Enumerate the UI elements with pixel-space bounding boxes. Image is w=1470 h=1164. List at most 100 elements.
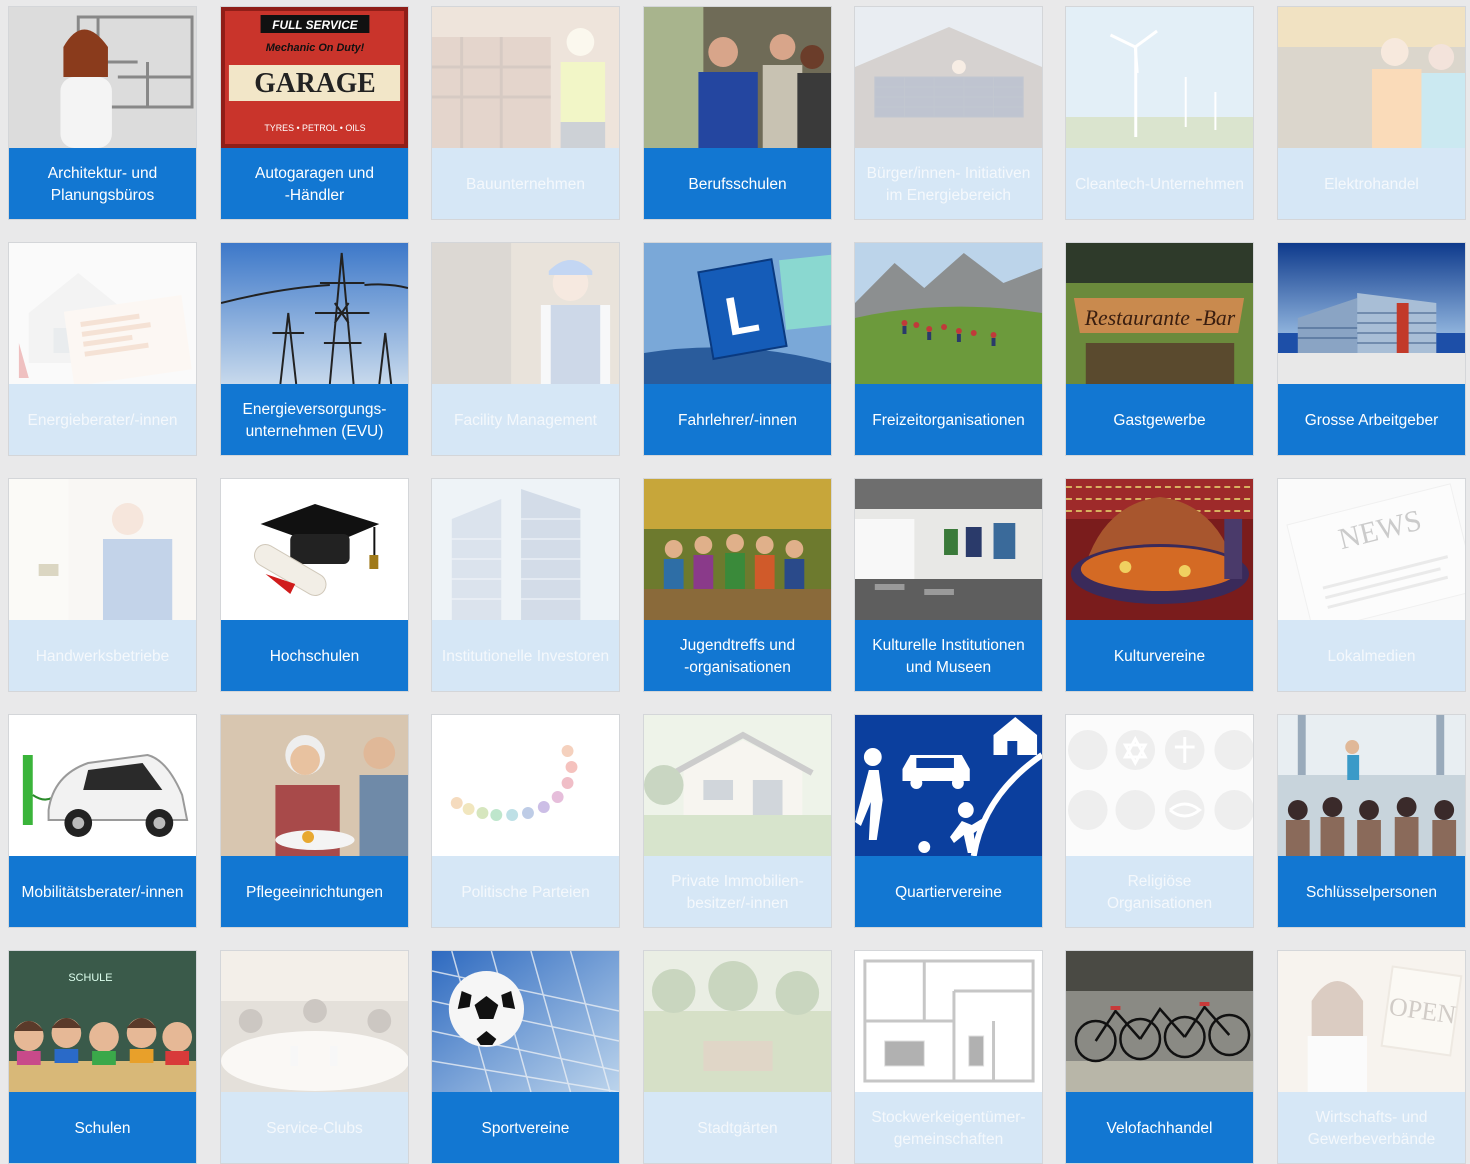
category-tile[interactable]: Freizeitorganisationen [854,242,1043,456]
bicycles-icon [1066,951,1253,1092]
category-label: Gastgewerbe [1066,384,1253,455]
category-label: Handwerksbetriebe [9,620,196,691]
garden-icon [644,951,831,1092]
category-label: Elektrohandel [1278,148,1465,219]
office-building-icon [1278,243,1465,384]
workshop-icon [644,7,831,148]
craftsman-icon [9,479,196,620]
category-tile[interactable]: Sportvereine [431,950,620,1164]
category-tile[interactable]: Kulturelle Institutionen und Museen [854,478,1043,692]
category-tile[interactable]: Institutionelle Investoren [431,478,620,692]
category-label: Sportvereine [432,1092,619,1163]
school-children-icon: SCHULE [9,951,196,1092]
electric-car-icon [9,715,196,856]
category-label: Autogaragen und -Händler [221,148,408,219]
category-tile[interactable]: Schlüsselpersonen [1277,714,1466,928]
living-street-sign-icon [855,715,1042,856]
garage-sign-icon: FULL SERVICE Mechanic On Duty! GARAGE TYRES… [221,7,408,148]
category-tile[interactable]: Pflegeeinrichtungen [220,714,409,928]
category-tile-grid: Architektur- und Planungsbüros FULL SERVI… [0,0,1470,1164]
category-label: Bauunternehmen [432,148,619,219]
category-tile[interactable]: Berufsschulen [643,6,832,220]
category-tile[interactable]: Hochschulen [220,478,409,692]
category-label: Energieversorgungs- unternehmen (EVU) [221,384,408,455]
category-label: Politische Parteien [432,856,619,927]
category-tile[interactable]: Quartiervereine [854,714,1043,928]
category-tile[interactable]: Politische Parteien [431,714,620,928]
category-label: Berufsschulen [644,148,831,219]
construction-icon [432,7,619,148]
wind-turbine-icon [1066,7,1253,148]
category-label: Bürger/innen- Initiativen im Energiebere… [855,148,1042,219]
skyscraper-icon [432,479,619,620]
category-tile[interactable]: Bauunternehmen [431,6,620,220]
open-sign-icon: OPEN [1278,951,1465,1092]
category-tile[interactable]: Facility Management [431,242,620,456]
category-tile[interactable]: Handwerksbetriebe [8,478,197,692]
tajine-icon [1066,479,1253,620]
category-label: Schlüsselpersonen [1278,856,1465,927]
category-tile[interactable]: Grosse Arbeitgeber [1277,242,1466,456]
category-tile[interactable]: OPEN Wirtschafts- und Gewerbeverbände [1277,950,1466,1164]
category-tile[interactable]: Religiöse Organisationen [1065,714,1254,928]
category-label: Kulturelle Institutionen und Museen [855,620,1042,691]
category-tile[interactable]: Service-Clubs [220,950,409,1164]
category-label: Cleantech-Unternehmen [1066,148,1253,219]
newspaper-icon: NEWS [1278,479,1465,620]
category-tile[interactable]: Kulturvereine [1065,478,1254,692]
category-tile[interactable]: NEWS Lokalmedien [1277,478,1466,692]
category-tile[interactable]: Energieversorgungs- unternehmen (EVU) [220,242,409,456]
category-label: Fahrlehrer/-innen [644,384,831,455]
category-label: Quartiervereine [855,856,1042,927]
power-pylon-icon [221,243,408,384]
svg-text:TYRES • PETROL • OILS: TYRES • PETROL • OILS [264,123,365,133]
technician-icon [432,243,619,384]
category-tile[interactable]: Elektrohandel [1277,6,1466,220]
svg-text:SCHULE: SCHULE [68,972,112,984]
category-label: Velofachhandel [1066,1092,1253,1163]
category-tile[interactable]: Stockwerkeigentümer- gemeinschaften [854,950,1043,1164]
category-tile[interactable]: Bürger/innen- Initiativen im Energiebere… [854,6,1043,220]
category-label: Architektur- und Planungsbüros [9,148,196,219]
elderly-care-icon [221,715,408,856]
category-label: Energieberater/-innen [9,384,196,455]
shop-icon [1278,7,1465,148]
category-tile[interactable]: SCHULE Schulen [8,950,197,1164]
category-label: Freizeitorganisationen [855,384,1042,455]
category-tile[interactable]: Jugendtreffs und -organisationen [643,478,832,692]
category-tile[interactable]: Stadtgärten [643,950,832,1164]
svg-text:Mechanic On Duty!: Mechanic On Duty! [266,42,365,54]
category-tile[interactable]: Cleantech-Unternehmen [1065,6,1254,220]
category-tile[interactable]: L Fahrlehrer/-innen [643,242,832,456]
category-label: Jugendtreffs und -organisationen [644,620,831,691]
category-label: Facility Management [432,384,619,455]
religion-symbols-icon [1066,715,1253,856]
category-label: Service-Clubs [221,1092,408,1163]
category-tile[interactable]: Mobilitätsberater/-innen [8,714,197,928]
mountain-hike-icon [855,243,1042,384]
category-label: Stockwerkeigentümer- gemeinschaften [855,1092,1042,1163]
category-tile[interactable]: Architektur- und Planungsbüros [8,6,197,220]
category-label: Grosse Arbeitgeber [1278,384,1465,455]
category-tile[interactable]: FULL SERVICE Mechanic On Duty! GARAGE TYRES… [220,6,409,220]
category-label: Wirtschafts- und Gewerbeverbände [1278,1092,1465,1163]
category-label: Private Immobilien- besitzer/-innen [644,856,831,927]
category-tile[interactable]: Velofachhandel [1065,950,1254,1164]
house-energy-icon [9,243,196,384]
club-dinner-icon [221,951,408,1092]
architect-icon [9,7,196,148]
audience-presentation-icon [1278,715,1465,856]
category-label: Religiöse Organisationen [1066,856,1253,927]
category-tile[interactable]: Private Immobilien- besitzer/-innen [643,714,832,928]
category-label: Stadtgärten [644,1092,831,1163]
category-tile[interactable]: Energieberater/-innen [8,242,197,456]
restaurant-sign-icon: Restaurante -Bar [1066,243,1253,384]
category-tile[interactable]: Restaurante -Bar Gastgewerbe [1065,242,1254,456]
floor-plan-icon [855,951,1042,1092]
category-label: Hochschulen [221,620,408,691]
category-label: Pflegeeinrichtungen [221,856,408,927]
category-label: Institutionelle Investoren [432,620,619,691]
svg-text:Restaurante -Bar: Restaurante -Bar [1084,306,1236,330]
solar-roof-icon [855,7,1042,148]
category-label: Schulen [9,1092,196,1163]
